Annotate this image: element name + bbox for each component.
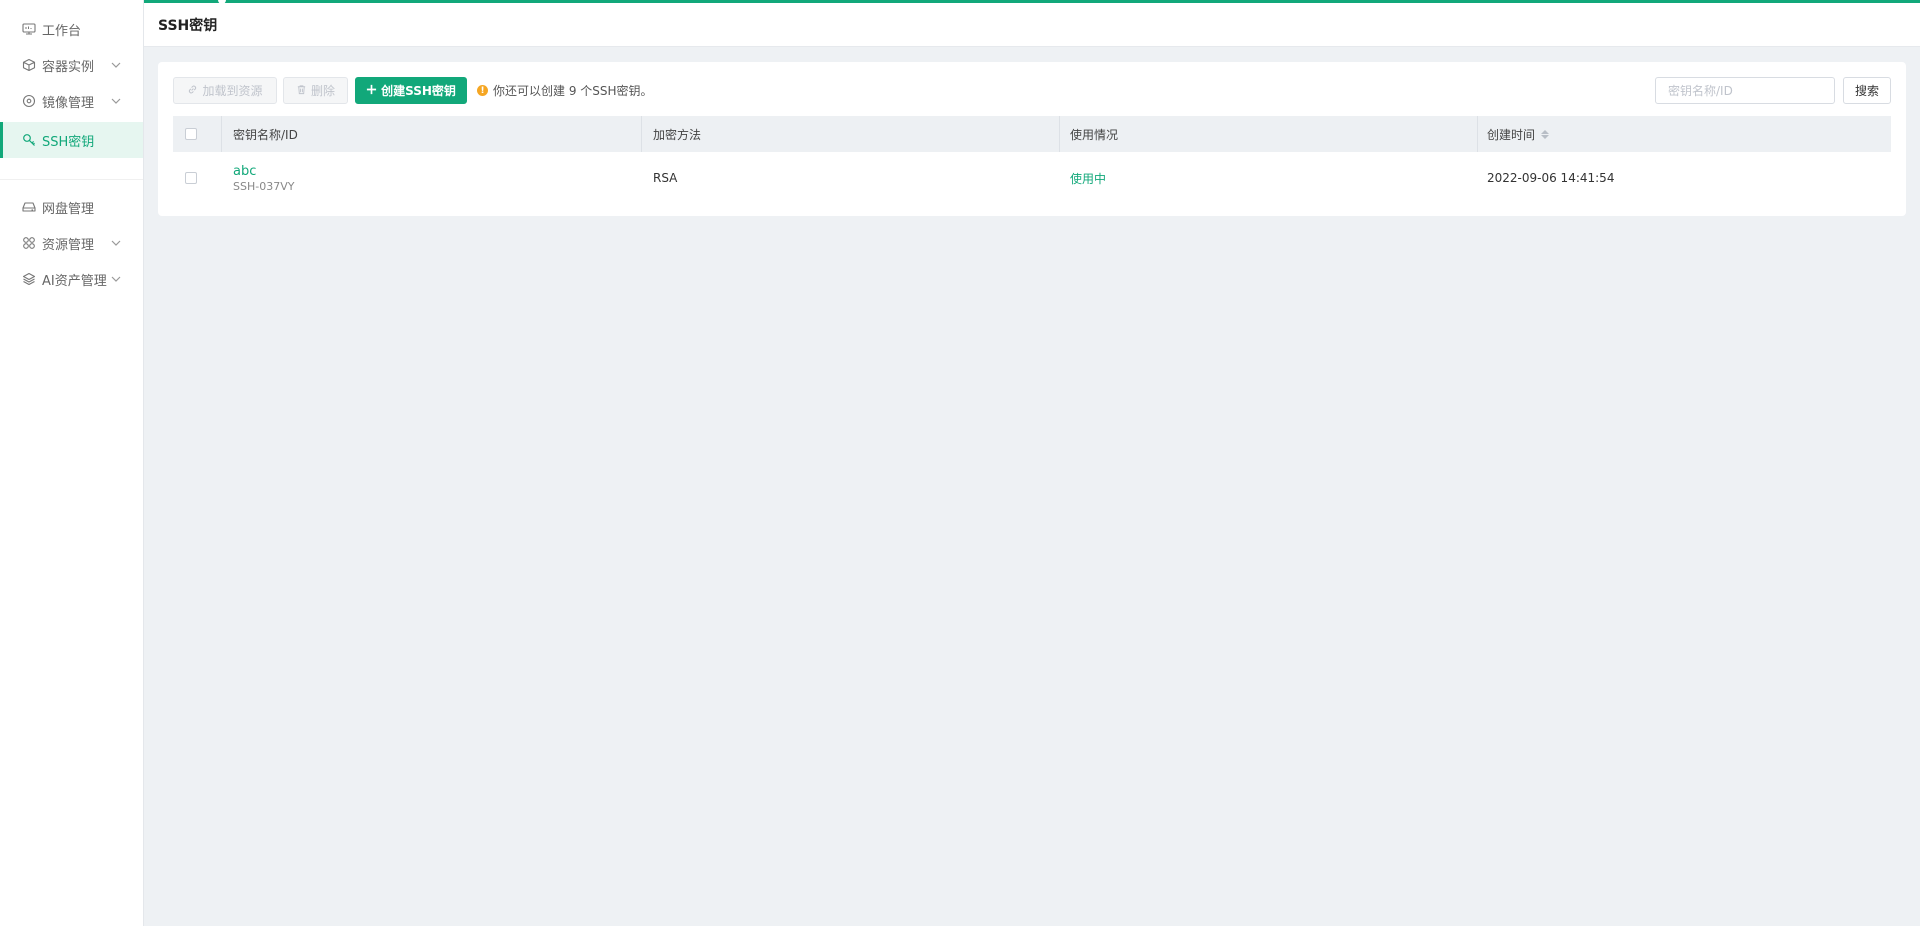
column-header-created-label: 创建时间 <box>1487 127 1536 142</box>
key-method: RSA <box>653 171 678 185</box>
quota-tip: ! 你还可以创建 9 个SSH密钥。 <box>477 82 653 99</box>
key-usage-status: 使用中 <box>1070 171 1107 186</box>
column-divider <box>1477 116 1478 152</box>
ssh-key-table: 密钥名称/ID 加密方法 使用情况 创建时间 abc SSH-037VY RSA… <box>173 116 1891 204</box>
sidebar-item-ssh-keys[interactable]: SSH密钥 <box>0 122 143 158</box>
sidebar-item-label: 容器实例 <box>42 59 95 75</box>
sidebar-item-netdisk[interactable]: 网盘管理 <box>0 189 143 225</box>
row-select-cell <box>185 152 197 204</box>
key-icon <box>22 133 36 147</box>
column-header-usage: 使用情况 <box>1070 127 1119 142</box>
delete-button[interactable]: 删除 <box>283 77 348 104</box>
sidebar: 工作台 容器实例 镜像管理 SSH密钥 网盘管理 资源管理 AI资产管理 <box>0 0 144 926</box>
column-divider <box>1059 116 1060 152</box>
attach-to-resource-button[interactable]: 加载到资源 <box>173 77 277 104</box>
column-header-created[interactable]: 创建时间 <box>1487 116 1550 152</box>
table-header: 密钥名称/ID 加密方法 使用情况 创建时间 <box>173 116 1891 152</box>
key-id: SSH-037VY <box>233 179 295 193</box>
disc-icon <box>22 94 36 108</box>
page-title: SSH密钥 <box>158 18 218 34</box>
sidebar-item-label: SSH密钥 <box>42 134 95 150</box>
search-input[interactable] <box>1655 77 1835 104</box>
create-ssh-key-button[interactable]: 创建SSH密钥 <box>355 77 467 104</box>
cube-icon <box>22 58 36 72</box>
chevron-down-icon <box>109 236 123 250</box>
column-header-method: 加密方法 <box>653 127 702 142</box>
row-checkbox[interactable] <box>185 172 197 184</box>
sidebar-item-label: 工作台 <box>42 23 82 39</box>
sort-icon[interactable] <box>1541 129 1550 139</box>
info-icon: ! <box>477 85 488 96</box>
sidebar-item-label: AI资产管理 <box>42 273 107 289</box>
select-all-checkbox[interactable] <box>185 128 197 140</box>
key-name-cell: abc SSH-037VY <box>233 152 294 204</box>
sidebar-item-label: 资源管理 <box>42 237 95 253</box>
key-created-time: 2022-09-06 14:41:54 <box>1487 171 1615 185</box>
sidebar-item-workbench[interactable]: 工作台 <box>0 11 143 47</box>
trash-icon <box>296 84 307 98</box>
select-all-cell <box>185 116 197 152</box>
sidebar-item-images[interactable]: 镜像管理 <box>0 83 143 119</box>
chevron-down-icon <box>109 58 123 72</box>
key-name-link[interactable]: abc <box>233 164 256 179</box>
grid-icon <box>22 236 36 250</box>
quota-tip-text: 你还可以创建 9 个SSH密钥。 <box>493 84 653 98</box>
delete-button-label: 删除 <box>310 84 335 98</box>
sidebar-divider <box>0 179 143 180</box>
chevron-down-icon <box>109 272 123 286</box>
create-button-label: 创建SSH密钥 <box>381 84 456 98</box>
table-row: abc SSH-037VY RSA 使用中 2022-09-06 14:41:5… <box>173 152 1891 204</box>
column-header-name: 密钥名称/ID <box>233 127 298 142</box>
column-divider <box>221 116 222 152</box>
link-icon <box>187 84 198 98</box>
sidebar-item-containers[interactable]: 容器实例 <box>0 47 143 83</box>
drive-icon <box>22 200 36 214</box>
sidebar-item-ai-assets[interactable]: AI资产管理 <box>0 261 143 297</box>
plus-icon <box>366 84 377 98</box>
search-button[interactable]: 搜索 <box>1843 77 1891 104</box>
sidebar-item-resources[interactable]: 资源管理 <box>0 225 143 261</box>
sidebar-item-label: 镜像管理 <box>42 95 95 111</box>
page-header: SSH密钥 <box>144 3 1920 47</box>
ssh-key-panel: 加载到资源 删除 创建SSH密钥 ! 你还可以创建 9 个SSH密钥。 搜索 密… <box>158 62 1906 216</box>
sidebar-item-label: 网盘管理 <box>42 201 95 217</box>
chevron-down-icon <box>109 94 123 108</box>
layers-icon <box>22 272 36 286</box>
monitor-icon <box>22 22 36 36</box>
column-divider <box>641 116 642 152</box>
attach-button-label: 加载到资源 <box>202 84 263 98</box>
